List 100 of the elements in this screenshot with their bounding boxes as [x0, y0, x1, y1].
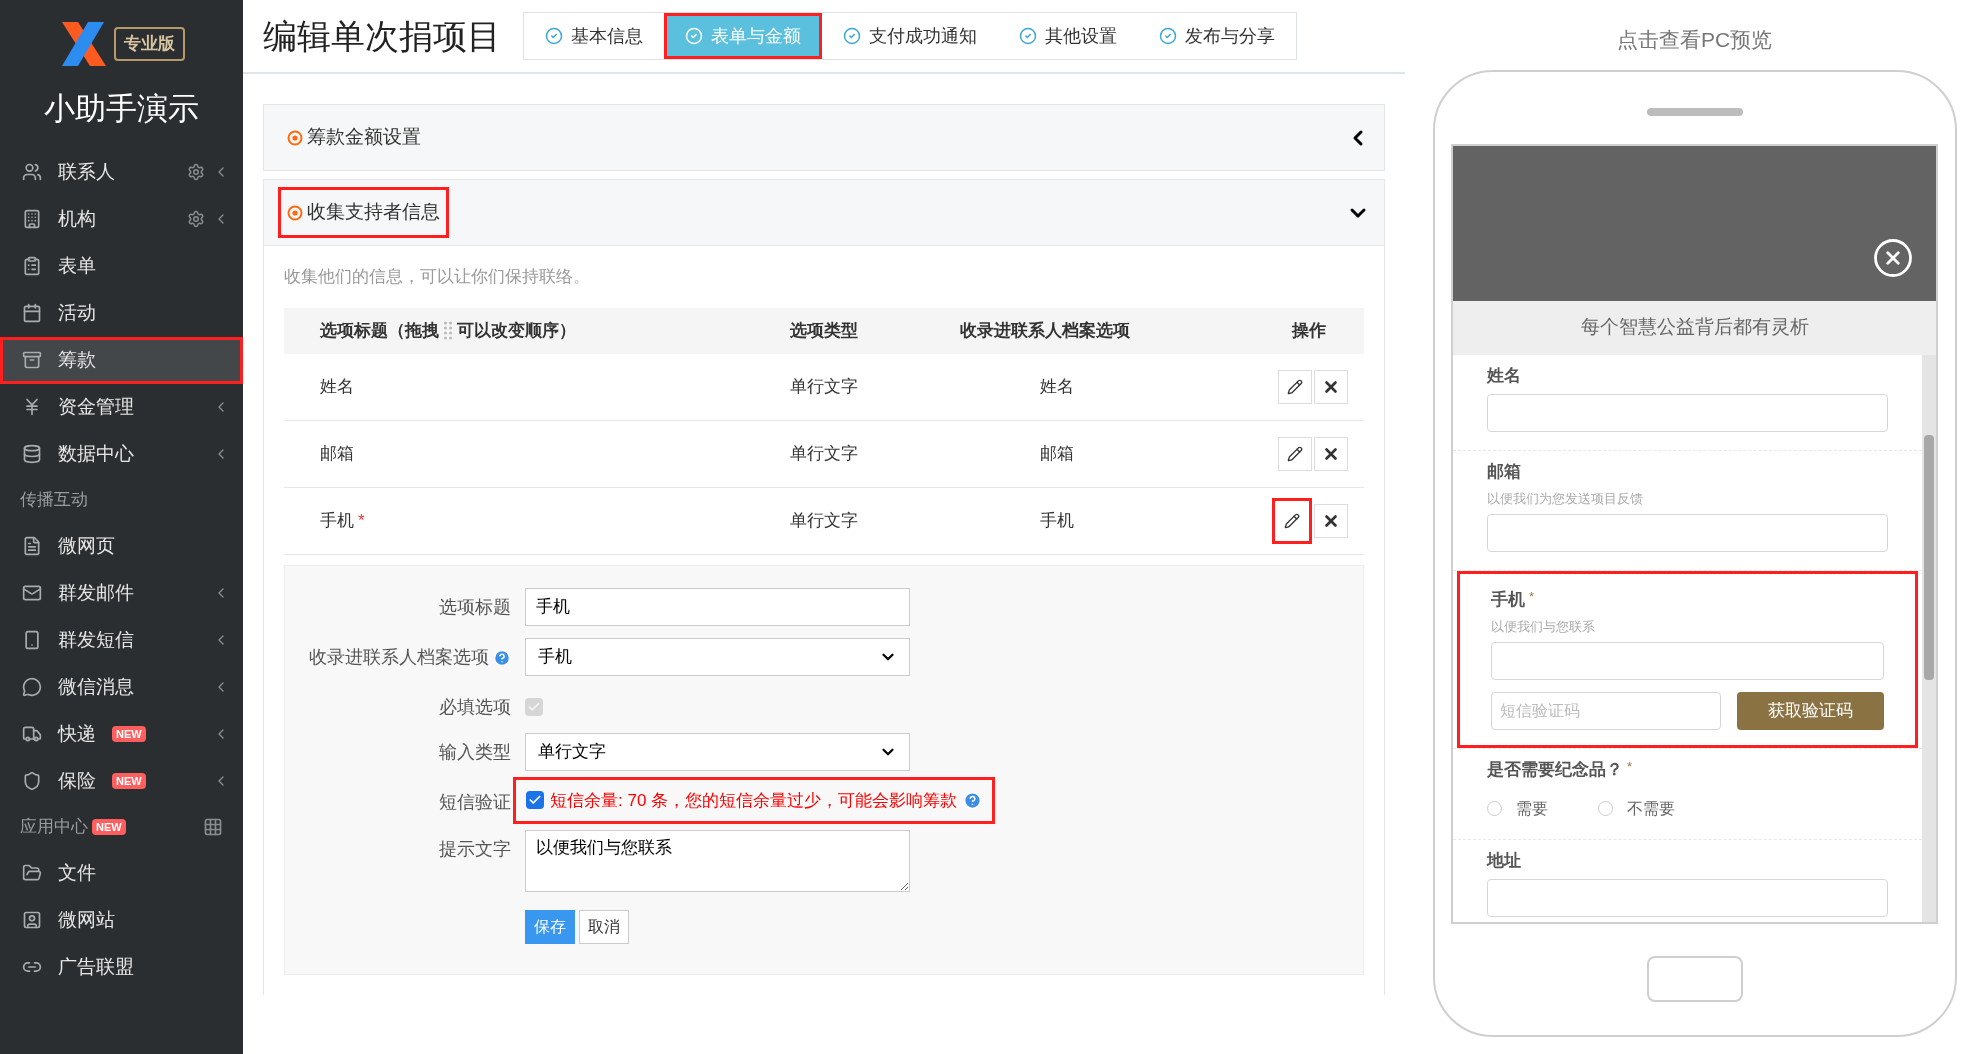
new-badge: NEW — [92, 819, 126, 835]
description-text: 收集他们的信息，可以让你们保持联络。 — [284, 266, 591, 288]
select-field[interactable]: 手机 — [525, 637, 910, 676]
field-label: 输入类型 — [439, 741, 511, 762]
preview-field-label: 是否需要纪念品？ — [1487, 759, 1623, 781]
select-field[interactable]: 单行文字 — [525, 732, 910, 771]
required-mark: * — [1627, 758, 1633, 776]
sidebar-label: 活动 — [58, 300, 96, 325]
sidebar-item[interactable]: 活动 — [0, 289, 243, 337]
field-label: 收录进联系人档案选项 — [309, 646, 489, 667]
sidebar-item[interactable]: 微网页 — [0, 522, 243, 570]
sidebar-item[interactable]: 广告联盟 — [0, 943, 243, 991]
sidebar-item[interactable]: 资金管理 — [0, 383, 243, 431]
field-hint: 以便我们为您发送项目反馈 — [1487, 489, 1644, 508]
preview-field-label: 手机 — [1491, 589, 1525, 611]
sidebar-item[interactable]: 筹款 — [0, 336, 243, 384]
sidebar-item[interactable]: 群发邮件 — [0, 569, 243, 617]
close-icon[interactable] — [1872, 236, 1914, 279]
sidebar-label: 资金管理 — [58, 394, 134, 419]
shield-icon — [22, 771, 42, 791]
sms-warning-text: 短信余量: 70 条，您的短信余量过少，可能会影响筹款 — [550, 789, 958, 812]
radio-label: 需要 — [1516, 798, 1548, 819]
step-tab[interactable]: 其他设置 — [998, 13, 1138, 59]
sidebar-item[interactable]: 微信消息 — [0, 663, 243, 711]
text-input[interactable] — [1487, 514, 1888, 552]
checkbox[interactable] — [526, 791, 544, 810]
building-icon — [22, 209, 42, 229]
check-icon — [1019, 27, 1037, 45]
get-code-button[interactable]: 获取验证码 — [1737, 692, 1884, 730]
field-label: 选项标题 — [439, 596, 511, 617]
table-cell-text: 单行文字 — [790, 442, 859, 465]
sidebar-item[interactable]: 保险 NEW — [0, 757, 243, 805]
preview-field-label: 地址 — [1487, 849, 1521, 872]
text-field[interactable]: 手机 — [525, 587, 910, 626]
delete-button[interactable] — [1314, 436, 1348, 471]
sidebar-label: 群发邮件 — [58, 580, 134, 605]
accordion-header[interactable]: 筹款金额设置 — [263, 104, 1385, 171]
field-label: 提示文字 — [439, 839, 511, 859]
table-cell-text: 手机 — [1039, 509, 1075, 532]
sidebar-label: 保险 — [58, 768, 96, 793]
check-icon — [685, 27, 703, 45]
sidebar-item[interactable]: 微网站 — [0, 896, 243, 944]
check-icon — [545, 27, 563, 45]
text-input[interactable] — [1487, 394, 1888, 432]
truck-icon — [22, 724, 42, 744]
delete-button[interactable] — [1314, 369, 1348, 404]
step-tab[interactable]: 基本信息 — [524, 13, 664, 59]
text-input[interactable] — [1487, 879, 1888, 917]
sidebar-label: 微网页 — [58, 533, 115, 558]
sidebar-label: 表单 — [58, 253, 96, 278]
settings-icon[interactable] — [187, 210, 205, 228]
field-label: 必填选项 — [439, 696, 511, 717]
table-cell-text: 邮箱 — [320, 442, 354, 465]
cancel-button[interactable]: 取消 — [579, 910, 629, 944]
hint-text-field[interactable]: 以便我们与您联系 — [525, 830, 910, 892]
sidebar-item[interactable]: 快递 NEW — [0, 710, 243, 758]
edit-button[interactable] — [1272, 497, 1312, 544]
sidebar-label: 数据中心 — [58, 441, 134, 466]
section-label: 应用中心 — [20, 816, 88, 839]
edition-badge: 专业版 — [114, 27, 185, 61]
pencil-icon — [1287, 378, 1303, 395]
delete-button[interactable] — [1314, 503, 1348, 538]
drag-handle-icon — [443, 320, 453, 341]
table-cell-text: 邮箱 — [1039, 442, 1075, 465]
table-cell-text: 姓名 — [320, 375, 354, 398]
step-tab[interactable]: 发布与分享 — [1138, 13, 1296, 59]
pc-preview-link[interactable]: 点击查看PC预览 — [1616, 24, 1773, 56]
organization-name: 小助手演示 — [43, 90, 200, 128]
sidebar-label: 微信消息 — [58, 674, 134, 699]
accordion-header[interactable]: 收集支持者信息 — [263, 179, 1385, 246]
radio-label: 不需要 — [1627, 798, 1675, 819]
sidebar-label: 文件 — [58, 860, 96, 885]
sidebar-label: 广告联盟 — [58, 954, 134, 979]
column-header: 可以改变顺序） — [457, 319, 576, 342]
field-hint: 以便我们与您联系 — [1491, 617, 1596, 636]
sidebar-item[interactable]: 机构 — [0, 195, 243, 243]
column-header: 选项类型 — [790, 319, 859, 342]
help-icon — [963, 790, 983, 810]
column-header: 选项标题（拖拽 — [320, 319, 439, 342]
pencil-icon — [1284, 512, 1300, 529]
sidebar-item[interactable]: 文件 — [0, 849, 243, 897]
code-field[interactable]: 短信验证码 — [1491, 692, 1721, 730]
sidebar-item[interactable]: 数据中心 — [0, 430, 243, 478]
sidebar-item[interactable]: 联系人 — [0, 148, 243, 196]
check-icon — [843, 27, 861, 45]
sidebar-item[interactable]: 群发短信 — [0, 616, 243, 664]
sidebar-label: 微网站 — [58, 907, 115, 932]
check-icon — [1159, 27, 1177, 45]
column-header: 操作 — [1290, 319, 1327, 342]
sidebar-item[interactable]: 表单 — [0, 242, 243, 290]
clipboard-icon — [22, 256, 42, 276]
step-tab[interactable]: 支付成功通知 — [822, 13, 998, 59]
preview-field-label: 邮箱 — [1487, 461, 1521, 483]
people-icon — [22, 162, 42, 182]
settings-icon[interactable] — [187, 163, 205, 181]
envelope-icon — [22, 583, 42, 603]
required-mark: * — [358, 509, 365, 532]
text-input[interactable] — [1491, 642, 1884, 680]
phone-icon — [22, 630, 42, 650]
apps-grid-icon[interactable] — [203, 817, 223, 837]
